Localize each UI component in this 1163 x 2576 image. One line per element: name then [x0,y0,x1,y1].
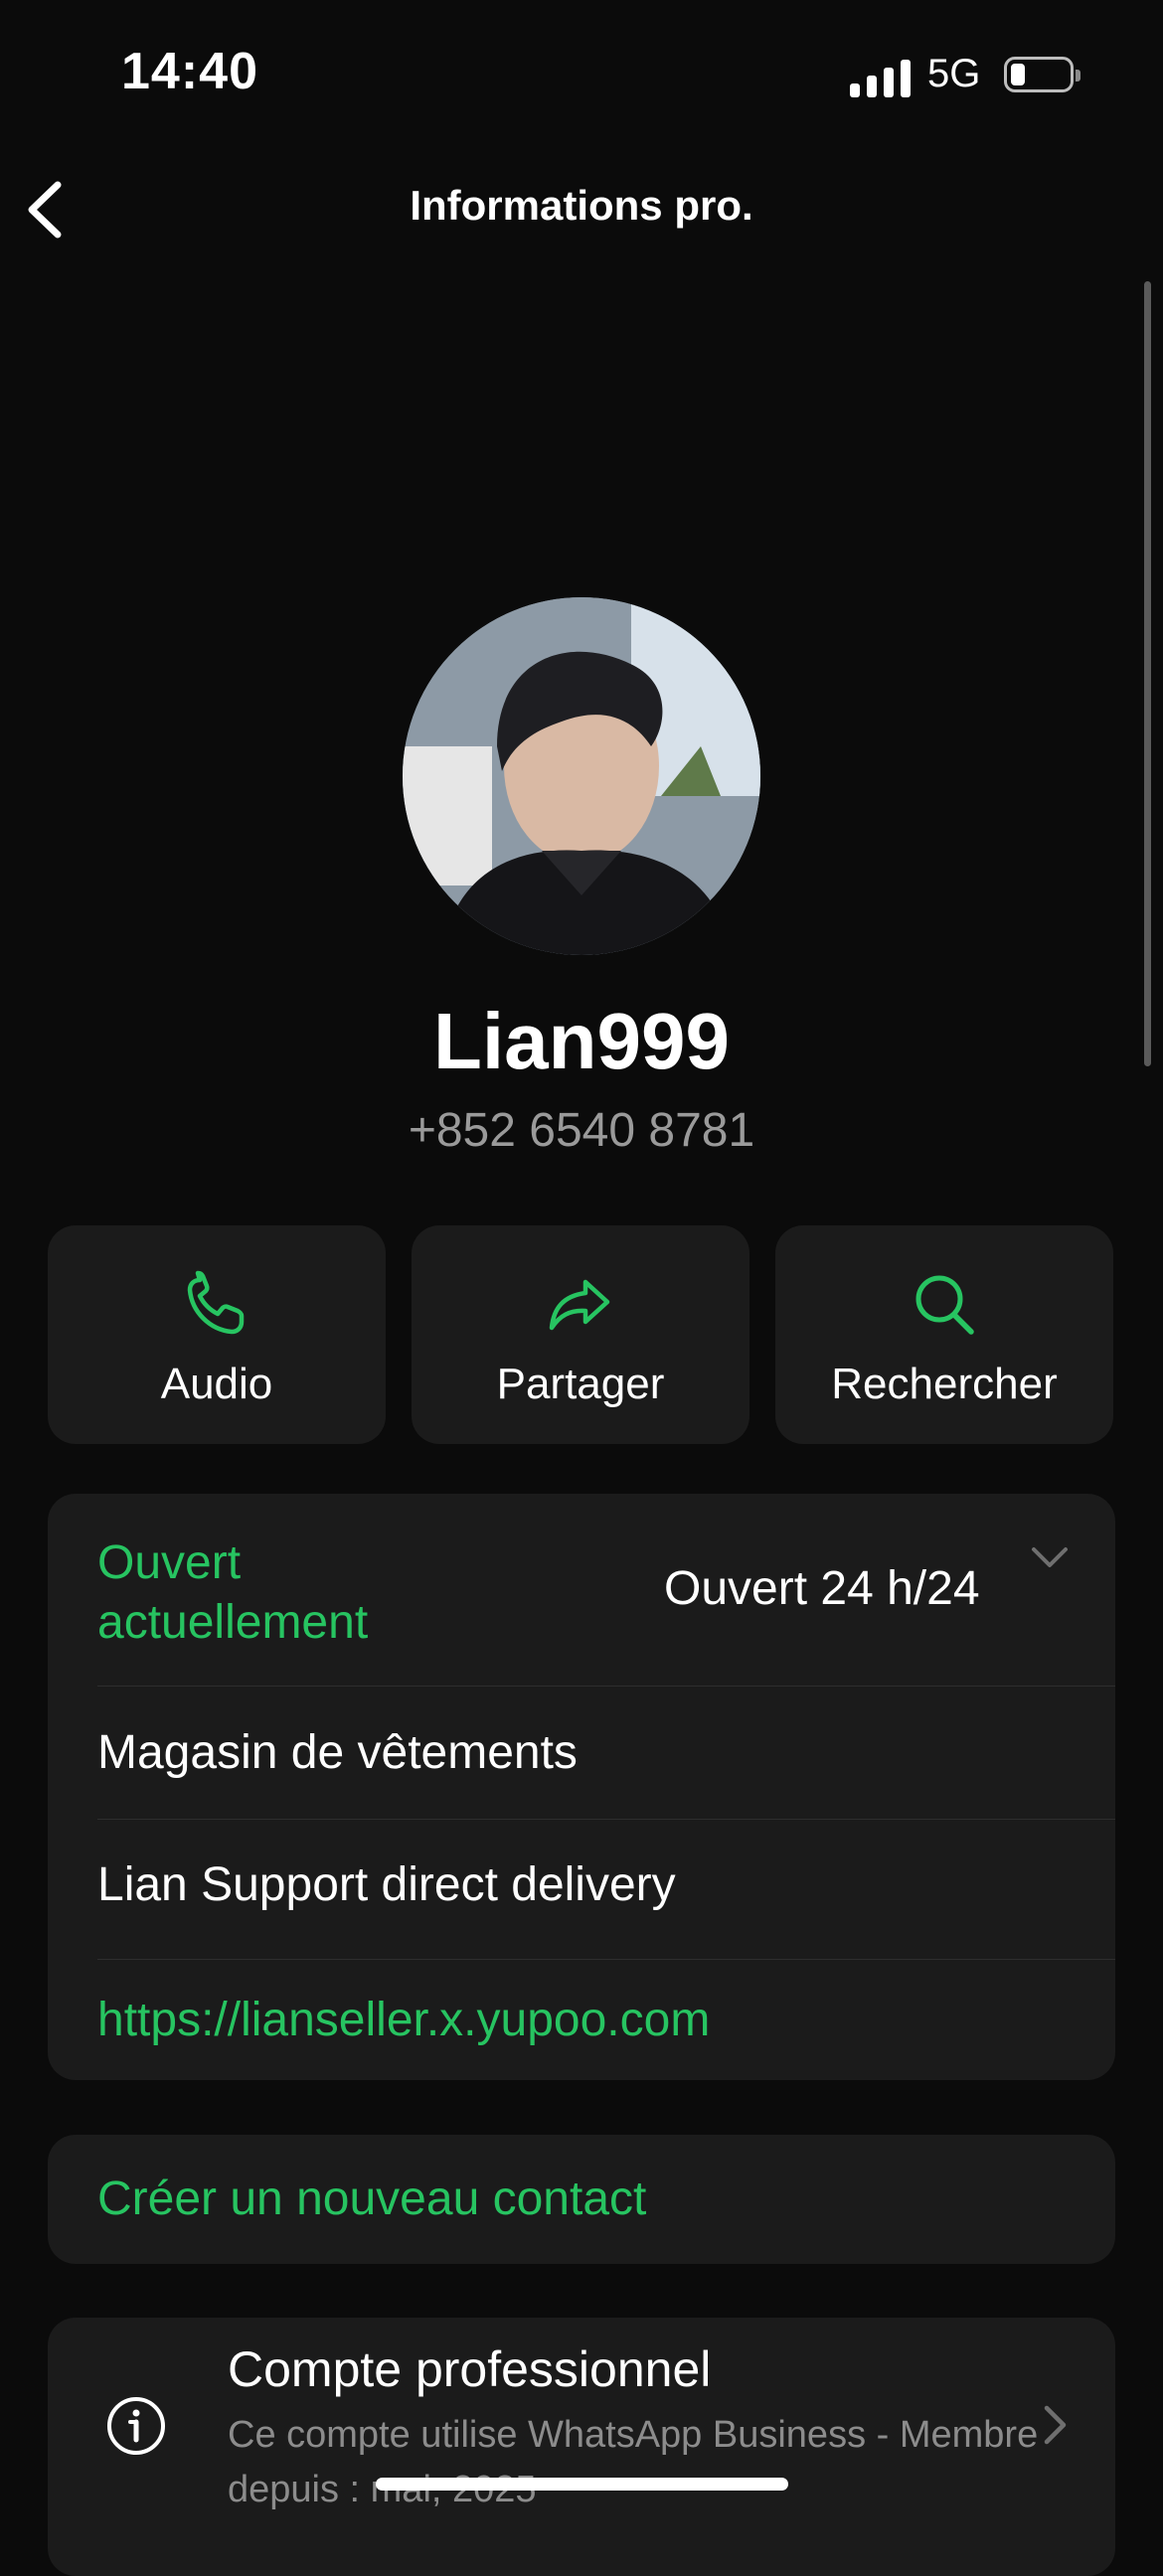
search-icon [915,1275,974,1335]
network-label: 5G [927,52,981,95]
search-label: Rechercher [831,1360,1058,1408]
hours-status: Ouvert actuellement [97,1536,369,1649]
divider [97,1959,1115,1960]
share-button[interactable]: Partager [412,1225,749,1444]
avatar[interactable] [403,597,760,955]
account-type-title: Compte professionnel [228,2341,712,2397]
create-contact-label: Créer un nouveau contact [97,2173,647,2225]
audio-label: Audio [160,1360,273,1408]
share-label: Partager [496,1360,665,1408]
scrollbar[interactable] [1144,281,1151,1066]
chevron-right-icon [1044,2405,1067,2445]
audio-call-button[interactable]: Audio [48,1225,386,1444]
signal-icon [850,58,911,97]
home-indicator[interactable] [376,2478,788,2491]
divider [97,1819,1115,1820]
share-icon [549,1279,610,1331]
battery-icon [1004,57,1080,92]
page-title: Informations pro. [410,182,753,229]
divider [97,1686,1115,1687]
phone-icon [187,1270,245,1335]
search-button[interactable]: Rechercher [775,1225,1113,1444]
info-icon [107,2397,165,2455]
create-contact-button[interactable]: Créer un nouveau contact [48,2135,1115,2264]
business-info-card: Ouvert actuellement Ouvert 24 h/24 Magas… [48,1494,1115,2080]
contact-name: Lian999 [433,997,730,1085]
contact-phone[interactable]: +852 6540 8781 [0,1103,1163,1158]
business-category: Magasin de vêtements [97,1726,578,1779]
chevron-down-icon[interactable] [1030,1543,1070,1573]
status-time: 14:40 [121,43,258,100]
hours-value[interactable]: Ouvert 24 h/24 [664,1561,980,1616]
business-description: Lian Support direct delivery [97,1858,676,1911]
account-type-subtitle: Ce compte utilise WhatsApp Business - Me… [228,2414,1039,2510]
profile-photo [403,597,760,955]
website-link[interactable]: https://lianseller.x.yupoo.com [97,1993,710,2047]
